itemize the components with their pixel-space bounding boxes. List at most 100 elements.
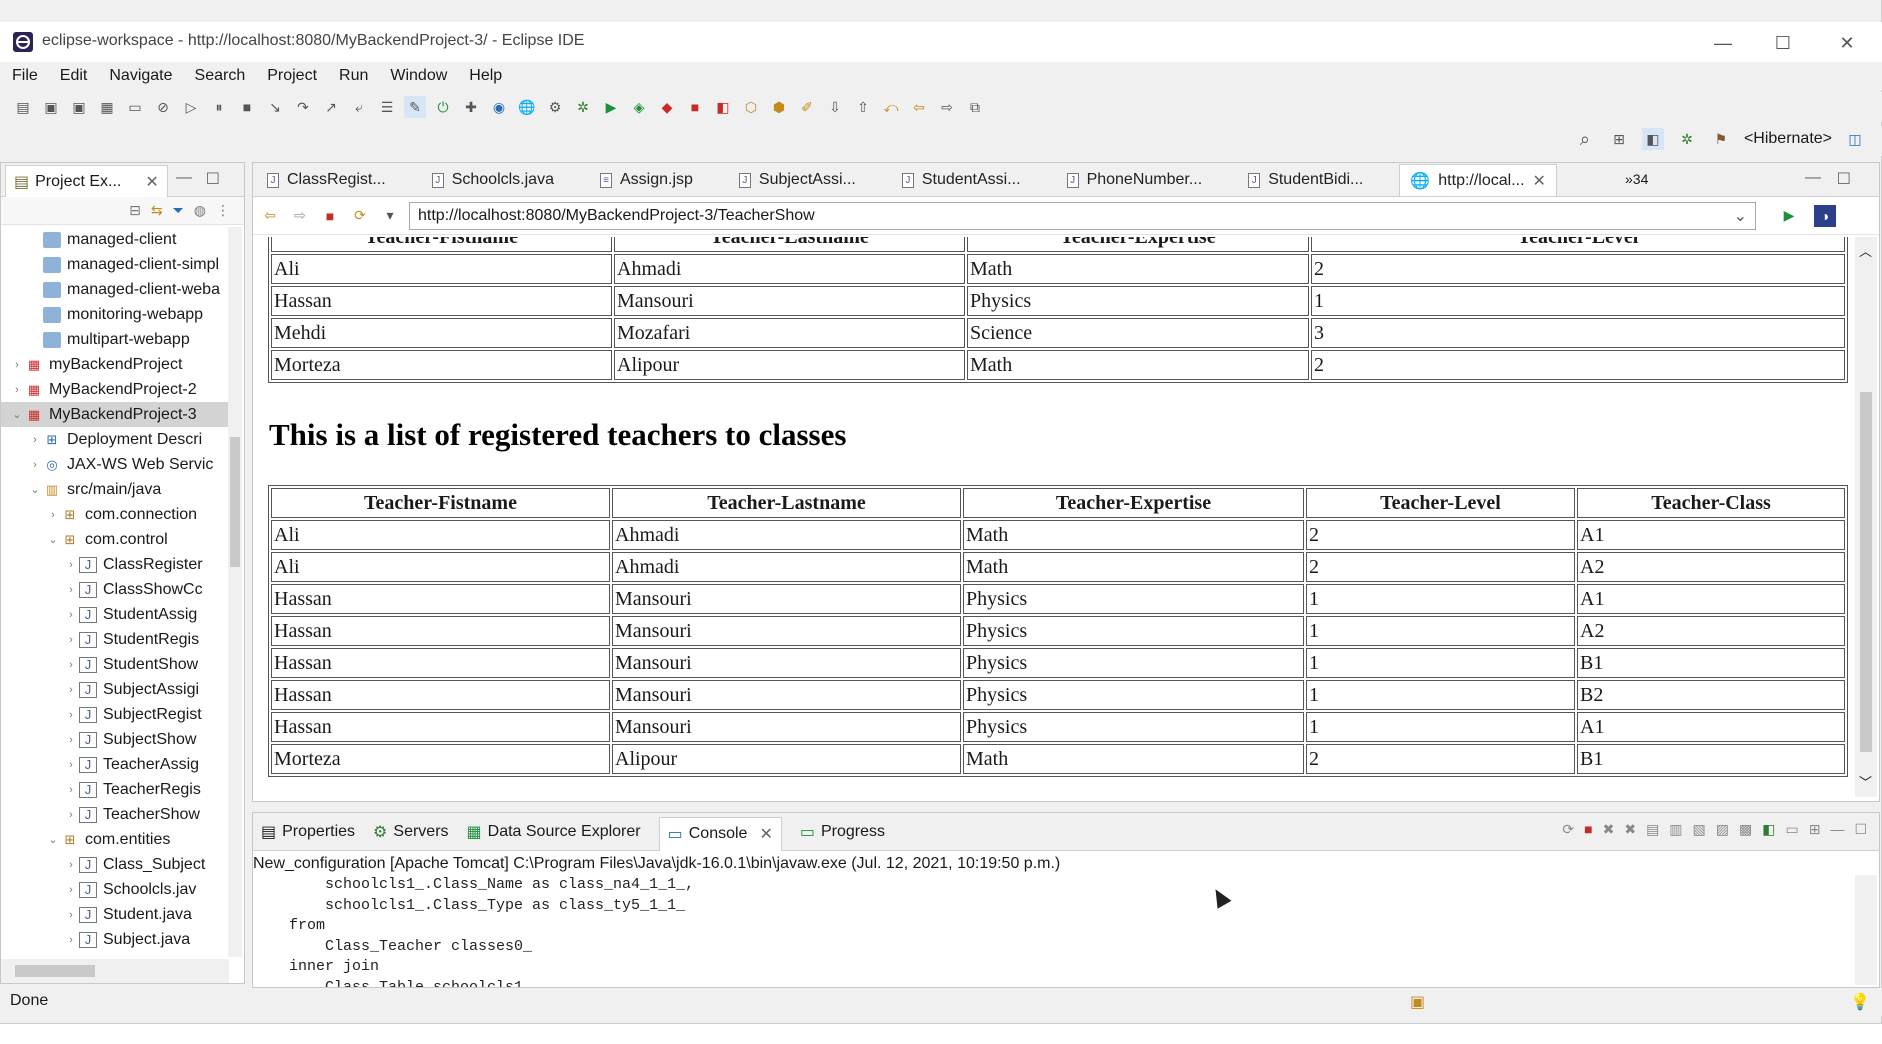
expand-toggle-icon[interactable]: › [63,634,79,646]
editor-tab-studentassi[interactable]: J StudentAssi... [892,164,1031,196]
maximize-button[interactable]: ☐ [1760,28,1806,58]
scroll-lock-icon[interactable]: ▥ [1669,821,1682,838]
menu-edit[interactable]: Edit [60,67,88,85]
previous-annotation-icon[interactable]: ⇧ [852,96,874,118]
tree-item[interactable]: › J SubjectShow [1,727,229,752]
debug-perspective-icon[interactable]: ✲ [1676,128,1698,150]
open-task-icon[interactable]: ⬢ [768,96,790,118]
menu-help[interactable]: Help [469,67,502,85]
maximize-view-icon[interactable]: ☐ [1854,821,1867,838]
tree-item[interactable]: monitoring-webapp [1,302,229,327]
show-stdout-icon[interactable]: ▨ [1716,821,1729,838]
expand-toggle-icon[interactable]: › [63,659,79,671]
console-vertical-scrollbar[interactable] [1855,875,1877,985]
minimize-button[interactable]: — [1700,28,1746,58]
expand-toggle-icon[interactable]: ⌄ [45,533,61,546]
expand-toggle-icon[interactable]: › [9,359,25,371]
tree-item[interactable]: ⌄ ▦ MyBackendProject-3 [1,402,229,427]
browser-url-input[interactable]: http://localhost:8080/MyBackendProject-3… [409,201,1756,230]
editor-tab-assign-jsp[interactable]: ≡ Assign.jsp [590,164,703,196]
browser-history-dropdown-icon[interactable]: ▾ [379,205,401,227]
forward-icon[interactable]: ⇨ [936,96,958,118]
expand-toggle-icon[interactable]: › [63,784,79,796]
next-annotation-icon[interactable]: ⇩ [824,96,846,118]
tree-item[interactable]: ⌄ ▥ src/main/java [1,477,229,502]
save-all-icon[interactable]: ▣ [68,96,90,118]
remove-all-icon[interactable]: ✖ [1624,821,1636,838]
disconnect-icon[interactable]: ◧ [712,96,734,118]
tree-item[interactable]: ⌄ ⊞ com.entities [1,827,229,852]
search-tool-icon[interactable]: ✐ [796,96,818,118]
url-dropdown-icon[interactable]: ⌄ [1734,206,1747,226]
tree-item[interactable]: › J TeacherAssig [1,752,229,777]
menu-file[interactable]: File [12,67,38,85]
tab-overflow-button[interactable]: »34 [1625,171,1648,187]
skip-breakpoints-icon[interactable]: ⊘ [152,96,174,118]
run-server-icon[interactable]: ⏻ [432,96,454,118]
browser-go-icon[interactable]: ▶ [1778,205,1800,227]
tree-vertical-scrollbar[interactable] [228,227,242,957]
open-type-icon[interactable]: ⬡ [740,96,762,118]
open-console-icon[interactable]: ⊞ [1809,821,1821,838]
run-icon[interactable]: ▶ [600,96,622,118]
hibernate-perspective-label[interactable]: <Hibernate> [1744,130,1832,148]
web-browser-icon[interactable]: 🌐 [516,96,538,118]
expand-toggle-icon[interactable]: › [27,459,43,471]
new-icon[interactable]: ▤ [12,96,34,118]
browser-forward-icon[interactable]: ⇨ [289,205,311,227]
view-menu-icon[interactable]: ⋮ [216,202,230,219]
expand-toggle-icon[interactable]: ⌄ [45,833,61,846]
tab-properties[interactable]: ▤ Properties [261,822,355,842]
resume-icon[interactable]: ▷ [180,96,202,118]
close-tab-icon[interactable]: ✕ [145,172,158,192]
editor-tab-classregist[interactable]: J ClassRegist... [257,164,396,196]
show-stderr-icon[interactable]: ▩ [1739,821,1752,838]
tree-item[interactable]: › J TeacherRegis [1,777,229,802]
new-wizard-icon[interactable]: ✚ [460,96,482,118]
step-return-icon[interactable]: ↗ [320,96,342,118]
expand-toggle-icon[interactable]: › [27,434,43,446]
editor-tab-schoolcls[interactable]: J Schoolcls.java [422,164,564,196]
expand-toggle-icon[interactable]: › [63,859,79,871]
expand-toggle-icon[interactable]: › [45,509,61,521]
last-edit-icon[interactable]: ⤺ [880,96,902,118]
expand-toggle-icon[interactable]: › [63,584,79,596]
tip-lightbulb-icon[interactable]: 💡 [1850,992,1870,1012]
drop-frame-icon[interactable]: ⤶ [348,96,370,118]
project-explorer-tab[interactable]: ▤ Project Ex... ✕ [5,165,168,197]
status-server-icon[interactable]: ▣ [1410,992,1425,1012]
pin-editor-icon[interactable]: ⧉ [964,96,986,118]
remove-launch-icon[interactable]: ✖ [1603,821,1615,838]
tree-item[interactable]: managed-client-simpl [1,252,229,277]
display-console-icon[interactable]: ▭ [1785,821,1798,838]
expand-toggle-icon[interactable]: › [63,934,79,946]
web-services-icon[interactable]: ⚙ [544,96,566,118]
new-class-icon[interactable]: ◉ [488,96,510,118]
tree-item[interactable]: › J TeacherShow [1,802,229,827]
maximize-editor-icon[interactable]: ☐ [1837,169,1851,189]
tree-item[interactable]: › J ClassRegister [1,552,229,577]
editor-tab-studentbidi[interactable]: J StudentBidi... [1238,164,1373,196]
debug-icon[interactable]: ✲ [572,96,594,118]
tree-item[interactable]: ⌄ ⊞ com.control [1,527,229,552]
tree-item[interactable]: multipart-webapp [1,327,229,352]
terminate-icon[interactable]: ■ [1584,821,1592,838]
search-icon[interactable]: ⌕ [1574,128,1596,150]
mark-occurrences-icon[interactable]: ✎ [404,96,426,118]
tree-item[interactable]: › J StudentShow [1,652,229,677]
browser-back-icon[interactable]: ⇦ [259,205,281,227]
browser-stop-icon[interactable]: ■ [319,205,341,227]
tree-item[interactable]: › J SubjectRegist [1,702,229,727]
clear-console-icon[interactable]: ▤ [1646,821,1659,838]
tab-progress[interactable]: ▭ Progress [800,822,885,842]
tree-item[interactable]: › J StudentAssig [1,602,229,627]
word-wrap-icon[interactable]: ▧ [1693,821,1706,838]
expand-toggle-icon[interactable]: › [63,809,79,821]
toggle-word-wrap-icon[interactable]: ☰ [376,96,398,118]
expand-toggle-icon[interactable]: › [63,684,79,696]
expand-toggle-icon[interactable]: › [63,759,79,771]
terminate-icon[interactable]: ■ [236,96,258,118]
focus-icon[interactable]: ◍ [194,202,206,219]
minimize-editor-icon[interactable]: — [1805,169,1821,187]
menu-window[interactable]: Window [390,67,447,85]
